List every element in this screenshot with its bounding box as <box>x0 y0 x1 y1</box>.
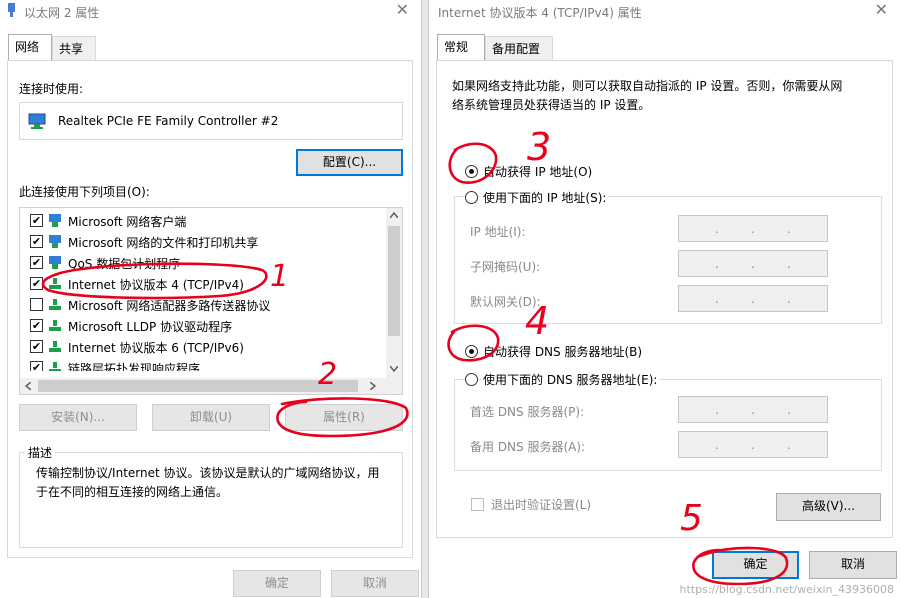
auto-dns-label[interactable]: 自动获得 DNS 服务器地址(B) <box>483 343 642 360</box>
ok-button[interactable]: 确定 <box>233 570 321 597</box>
network-tab-panel: 连接时使用: Realtek PCIe FE Family Controller… <box>7 60 413 558</box>
intro-line: 络系统管理员处获得适当的 IP 设置。 <box>452 98 651 112</box>
validate-label[interactable]: 退出时验证设置(L) <box>491 496 591 513</box>
qos-icon <box>49 256 61 269</box>
list-item-label: Internet 协议版本 4 (TCP/IPv4) <box>68 278 244 292</box>
chevron-right-icon[interactable] <box>370 382 376 390</box>
close-icon[interactable]: ✕ <box>396 0 409 20</box>
gateway-label: 默认网关(D): <box>470 295 541 309</box>
cancel-button[interactable]: 取消 <box>809 551 897 579</box>
checkbox[interactable] <box>30 298 43 311</box>
vertical-scrollbar[interactable] <box>386 208 402 378</box>
list-item-label: QoS 数据包计划程序 <box>68 257 181 271</box>
description-text: 传输控制协议/Internet 协议。该协议是默认的广域网络协议，用 于在不同的… <box>36 464 380 502</box>
ethernet-properties-dialog: 以太网 2 属性 ✕ 网络 共享 连接时使用: Realtek PCIe FE … <box>0 0 422 598</box>
client-icon <box>49 214 61 227</box>
subnet-input[interactable]: ... <box>678 250 828 277</box>
ok-button[interactable]: 确定 <box>712 551 799 579</box>
title-bar: 以太网 2 属性 ✕ <box>0 0 421 22</box>
protocol-icon <box>49 362 61 371</box>
list-item[interactable]: ✔ Internet 协议版本 6 (TCP/IPv6) <box>24 336 384 357</box>
preferred-dns-label: 首选 DNS 服务器(P): <box>470 405 585 419</box>
items-label: 此连接使用下列项目(O): <box>19 185 150 199</box>
list-item[interactable]: ✔ Microsoft LLDP 协议驱动程序 <box>24 315 384 336</box>
subnet-label: 子网掩码(U): <box>470 260 541 274</box>
adapter-box: Realtek PCIe FE Family Controller #2 <box>19 102 403 140</box>
checkbox[interactable]: ✔ <box>30 214 43 227</box>
chevron-left-icon[interactable] <box>25 382 31 390</box>
checkbox[interactable]: ✔ <box>30 340 43 353</box>
alternate-dns-input[interactable]: ... <box>678 431 828 458</box>
protocol-icon <box>49 278 61 289</box>
list-item-label: Microsoft LLDP 协议驱动程序 <box>68 320 233 334</box>
general-tab-panel: 如果网络支持此功能，则可以获取自动指派的 IP 设置。否则，你需要从网 络系统管… <box>436 60 893 538</box>
auto-dns-radio-button[interactable] <box>465 345 478 358</box>
tab-alternate-config[interactable]: 备用配置 <box>485 36 553 60</box>
adapter-icon <box>28 113 46 129</box>
manual-dns-label[interactable]: 使用下面的 DNS 服务器地址(E): <box>481 371 660 388</box>
tab-network[interactable]: 网络 <box>8 34 52 60</box>
list-item-label: Microsoft 网络客户端 <box>68 215 187 229</box>
list-item[interactable]: ✔ Microsoft 网络的文件和打印机共享 <box>24 231 384 252</box>
list-item-label: Microsoft 网络的文件和打印机共享 <box>68 236 259 250</box>
list-item-label: Internet 协议版本 6 (TCP/IPv6) <box>68 341 244 355</box>
scroll-thumb[interactable] <box>388 226 400 336</box>
intro-line: 如果网络支持此功能，则可以获取自动指派的 IP 设置。否则，你需要从网 <box>452 79 843 93</box>
intro-text: 如果网络支持此功能，则可以获取自动指派的 IP 设置。否则，你需要从网 络系统管… <box>452 77 842 115</box>
alternate-dns-label: 备用 DNS 服务器(A): <box>470 440 586 454</box>
description-line: 传输控制协议/Internet 协议。该协议是默认的广域网络协议，用 <box>36 466 380 480</box>
list-item[interactable]: ✔ Microsoft 网络客户端 <box>24 210 384 231</box>
watermark: https://blog.csdn.net/weixin_43936008 <box>679 583 894 596</box>
uninstall-button[interactable]: 卸载(U) <box>152 404 270 431</box>
list-item[interactable]: Microsoft 网络适配器多路传送器协议 <box>24 294 384 315</box>
description-title: 描述 <box>25 444 56 461</box>
ipv4-properties-dialog: Internet 协议版本 4 (TCP/IPv4) 属性 ✕ 常规 备用配置 … <box>428 0 900 598</box>
connect-using-label: 连接时使用: <box>19 82 84 96</box>
properties-button[interactable]: 属性(R) <box>285 404 403 431</box>
list-item[interactable]: ✔ QoS 数据包计划程序 <box>24 252 384 273</box>
description-line: 于在不同的相互连接的网络上通信。 <box>36 485 229 499</box>
close-icon[interactable]: ✕ <box>875 0 888 20</box>
manual-ip-label[interactable]: 使用下面的 IP 地址(S): <box>481 189 609 206</box>
protocol-icon <box>49 341 61 352</box>
scroll-thumb[interactable] <box>38 380 358 392</box>
window-title: 以太网 2 属性 <box>24 6 100 20</box>
tab-sharing[interactable]: 共享 <box>52 36 96 60</box>
adapter-name: Realtek PCIe FE Family Controller #2 <box>58 114 279 128</box>
advanced-button[interactable]: 高级(V)... <box>776 493 881 521</box>
components-list: ✔ Microsoft 网络客户端 ✔ Microsoft 网络的文件和打印机共… <box>19 207 403 395</box>
list-item[interactable]: ✔ 链路层拓扑发现响应程序 <box>24 357 384 371</box>
chevron-up-icon[interactable] <box>390 212 398 218</box>
share-icon <box>49 235 61 248</box>
list-item-label: Microsoft 网络适配器多路传送器协议 <box>68 299 271 313</box>
configure-button[interactable]: 配置(C)... <box>296 149 403 176</box>
checkbox[interactable]: ✔ <box>30 256 43 269</box>
checkbox[interactable]: ✔ <box>30 277 43 290</box>
list-item-ipv4[interactable]: ✔ Internet 协议版本 4 (TCP/IPv4) <box>24 273 384 294</box>
checkbox[interactable]: ✔ <box>30 319 43 332</box>
checkbox[interactable]: ✔ <box>30 361 43 371</box>
checkbox[interactable]: ✔ <box>30 235 43 248</box>
ip-address-input[interactable]: ... <box>678 215 828 242</box>
manual-dns-radio-button[interactable] <box>465 373 478 386</box>
validate-checkbox[interactable] <box>471 498 484 511</box>
cancel-button[interactable]: 取消 <box>331 570 419 597</box>
auto-ip-label[interactable]: 自动获得 IP 地址(O) <box>483 163 592 180</box>
ip-address-label: IP 地址(I): <box>470 225 526 239</box>
chevron-down-icon[interactable] <box>390 366 398 372</box>
auto-ip-radio-button[interactable] <box>465 165 478 178</box>
gateway-input[interactable]: ... <box>678 285 828 312</box>
network-adapter-icon <box>8 3 15 17</box>
window-title: Internet 协议版本 4 (TCP/IPv4) 属性 <box>438 6 642 20</box>
protocol-icon <box>49 299 61 310</box>
install-button[interactable]: 安装(N)... <box>19 404 137 431</box>
tab-general[interactable]: 常规 <box>437 34 485 60</box>
title-bar: Internet 协议版本 4 (TCP/IPv4) 属性 ✕ <box>429 0 900 22</box>
list-item-label: 链路层拓扑发现响应程序 <box>68 362 201 371</box>
manual-ip-radio-button[interactable] <box>465 191 478 204</box>
protocol-icon <box>49 320 61 331</box>
preferred-dns-input[interactable]: ... <box>678 396 828 423</box>
horizontal-scrollbar[interactable] <box>20 378 402 394</box>
